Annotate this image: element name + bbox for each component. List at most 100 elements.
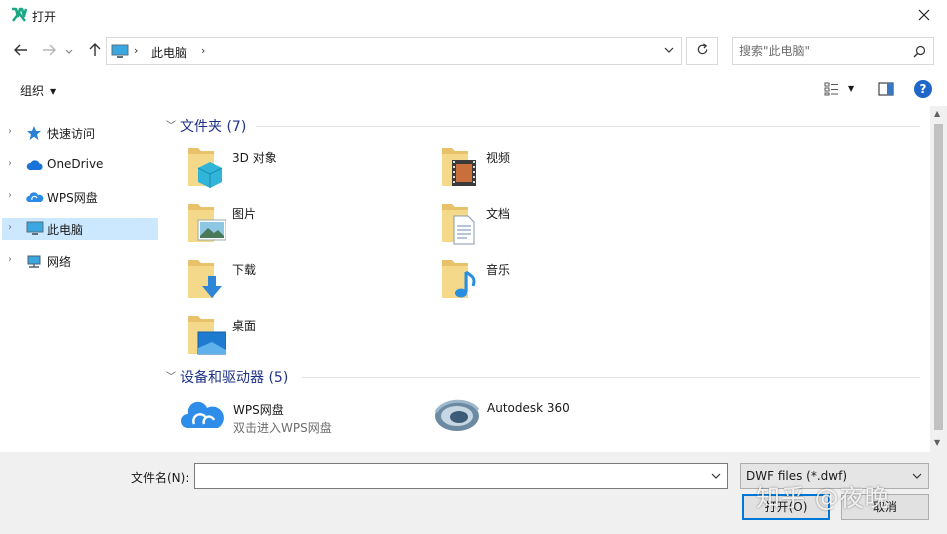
3d-objects-folder-icon [186, 146, 226, 193]
pictures-folder-icon [186, 202, 227, 249]
folder-label: 音乐 [486, 263, 511, 277]
group-title: 设备和驱动器 (5) [180, 370, 289, 386]
filename-input[interactable] [199, 468, 699, 482]
this-pc-icon [111, 44, 129, 62]
network-icon [26, 253, 44, 272]
expand-chevron-icon[interactable]: › [8, 190, 12, 201]
preview-pane-icon[interactable] [878, 82, 894, 99]
search-box[interactable] [732, 37, 934, 65]
star-icon [26, 125, 42, 144]
nav-item-network[interactable]: › 网络 [2, 250, 158, 272]
up-button[interactable] [84, 40, 106, 62]
group-divider [256, 126, 920, 127]
wps-cloud-icon [26, 189, 44, 208]
scroll-down-icon[interactable]: ▼ [934, 438, 940, 447]
vertical-scrollbar[interactable]: ▲ ▼ [930, 106, 947, 452]
file-list: ﹀ 文件夹 (7) 3D 对象 视频 图片 文档 下载 音乐 桌面 ﹀ 设备和驱… [160, 106, 930, 452]
watermark: 知乎 @夜晚 [756, 484, 890, 512]
group-header-folders[interactable]: ﹀ 文件夹 (7) [166, 116, 246, 136]
nav-item-label: 快速访问 [47, 127, 96, 141]
group-header-devices[interactable]: ﹀ 设备和驱动器 (5) [166, 367, 288, 387]
folder-label: 文档 [486, 207, 511, 221]
arrow-right-icon [42, 44, 56, 59]
wps-cloud-drive-icon [180, 398, 226, 435]
folder-item[interactable]: 3D 对象 [186, 146, 426, 198]
view-options-dropdown-icon[interactable]: ▼ [848, 84, 854, 93]
cloud-icon [26, 157, 44, 176]
folder-label: 下载 [232, 263, 257, 277]
recent-locations-button[interactable] [62, 40, 76, 62]
breadcrumb-separator[interactable]: › [201, 44, 205, 57]
change-view-icon[interactable] [824, 82, 840, 99]
device-sublabel: 双击进入WPS网盘 [233, 421, 332, 435]
refresh-icon [696, 43, 709, 59]
downloads-folder-icon [186, 258, 226, 305]
nav-item-onedrive[interactable]: › OneDrive [2, 154, 158, 176]
expand-chevron-icon[interactable]: › [8, 158, 12, 169]
nav-item-label: WPS网盘 [47, 191, 98, 205]
open-dialog: 打开 › 此电脑 › 搜索"此电脑" 组织 ▼ ▼ ? › 快速访问 › One… [0, 0, 947, 534]
this-pc-icon [26, 221, 44, 240]
folder-item[interactable]: 图片 [186, 202, 426, 254]
navigation-pane: › 快速访问 › OneDrive › WPS网盘 › 此电脑 › 网络 [0, 106, 160, 452]
folder-item[interactable]: 音乐 [440, 258, 680, 310]
nav-item-label: 网络 [47, 255, 72, 269]
folder-item[interactable]: 桌面 [186, 314, 426, 366]
filename-label: 文件名(N): [131, 471, 190, 485]
back-button[interactable] [10, 40, 32, 62]
nav-item-this-pc[interactable]: › 此电脑 [2, 218, 158, 240]
address-bar[interactable]: › 此电脑 › [106, 37, 682, 65]
chevron-down-icon [65, 44, 73, 58]
collapse-chevron-icon[interactable]: ﹀ [166, 372, 176, 383]
videos-folder-icon [440, 146, 480, 193]
folder-label: 图片 [232, 207, 257, 221]
device-item[interactable]: WPS网盘 双击进入WPS网盘 [180, 398, 430, 450]
wps-app-icon [11, 7, 28, 23]
help-button[interactable]: ? [914, 80, 932, 98]
chevron-down-icon[interactable] [911, 470, 923, 485]
organize-label: 组织 [20, 84, 45, 98]
music-folder-icon [440, 258, 480, 305]
breadcrumb-this-pc[interactable]: 此电脑 [151, 44, 187, 61]
close-button[interactable] [901, 0, 947, 32]
breadcrumb-separator[interactable]: › [134, 44, 138, 57]
refresh-button[interactable] [686, 37, 718, 65]
folder-item[interactable]: 文档 [440, 202, 680, 254]
folder-label: 3D 对象 [232, 151, 277, 165]
device-item[interactable]: Autodesk 360 [432, 394, 682, 446]
scroll-up-icon[interactable]: ▲ [934, 109, 940, 118]
search-icon[interactable] [913, 45, 926, 61]
nav-item-wps-cloud[interactable]: › WPS网盘 [2, 186, 158, 208]
window-title: 打开 [32, 10, 57, 24]
caret-down-icon: ▼ [50, 87, 57, 96]
arrow-left-icon [14, 44, 28, 59]
nav-item-label: 此电脑 [47, 223, 84, 237]
expand-chevron-icon[interactable]: › [8, 222, 12, 233]
autodesk-360-icon [432, 394, 482, 439]
expand-chevron-icon[interactable]: › [8, 254, 12, 265]
title-bar: 打开 [0, 0, 947, 32]
scrollbar-thumb[interactable] [934, 124, 943, 430]
folder-item[interactable]: 下载 [186, 258, 426, 310]
group-title: 文件夹 (7) [180, 119, 247, 135]
expand-chevron-icon[interactable]: › [8, 126, 12, 137]
device-label: WPS网盘 [233, 403, 284, 417]
bottom-bar: 文件名(N): DWF files (*.dwf) 打开(O) 取消 知乎 @夜… [0, 452, 947, 534]
folder-label: 桌面 [232, 319, 257, 333]
folder-item[interactable]: 视频 [440, 146, 680, 198]
forward-button[interactable] [38, 40, 60, 62]
group-divider [302, 377, 920, 378]
collapse-chevron-icon[interactable]: ﹀ [166, 121, 176, 132]
arrow-up-icon [89, 42, 101, 60]
close-icon [918, 9, 930, 24]
device-label: Autodesk 360 [487, 401, 570, 415]
nav-item-quick-access[interactable]: › 快速访问 [2, 122, 158, 144]
folder-label: 视频 [486, 151, 511, 165]
chevron-down-icon[interactable] [710, 470, 722, 485]
address-dropdown-icon[interactable] [663, 44, 675, 59]
organize-menu[interactable]: 组织 ▼ [20, 82, 56, 99]
nav-item-label: OneDrive [47, 157, 104, 171]
search-input[interactable] [739, 42, 904, 60]
documents-folder-icon [440, 202, 480, 249]
filename-combobox[interactable] [194, 463, 728, 489]
